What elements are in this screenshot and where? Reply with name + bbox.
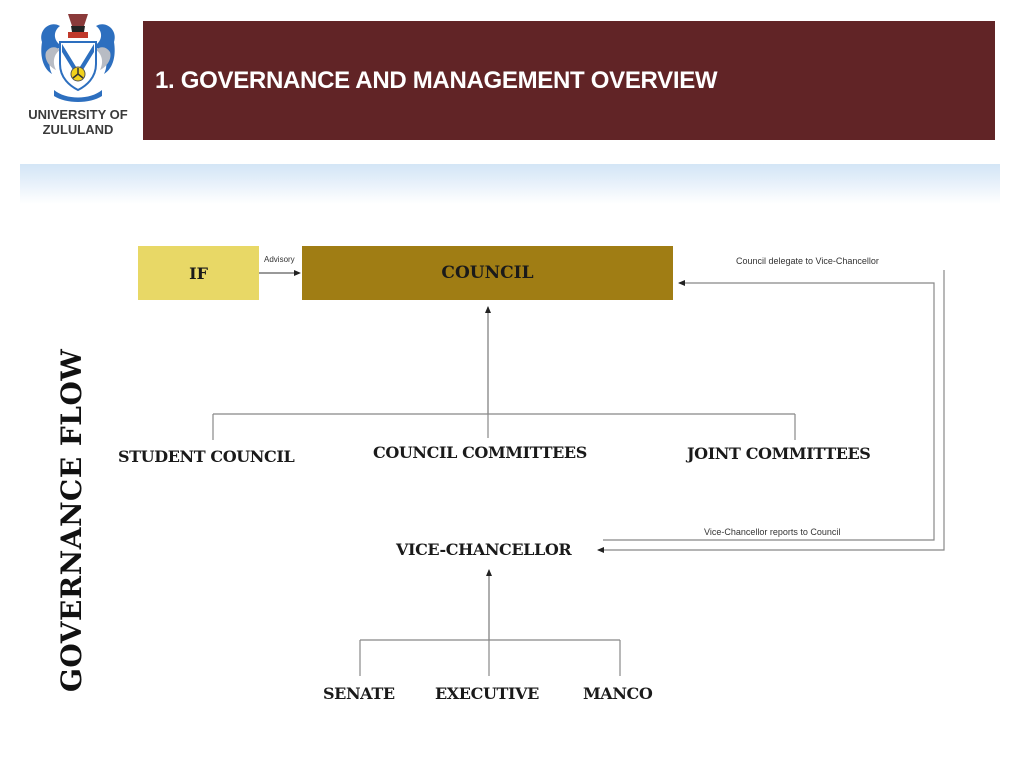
manco-node: MANCO <box>583 684 653 703</box>
council-delegate-line <box>603 280 935 541</box>
joint-committees-node: JOINT COMMITTEES <box>687 444 871 463</box>
vc-reports-line <box>597 270 945 553</box>
executive-node: EXECUTIVE <box>435 684 539 703</box>
senate-node: SENATE <box>323 684 395 703</box>
advisory-label: Advisory <box>264 255 295 264</box>
vc-reports-label: Vice-Chancellor reports to Council <box>704 527 841 537</box>
governance-flow-connectors <box>212 270 945 676</box>
council-delegate-label: Council delegate to Vice-Chancellor <box>736 256 879 266</box>
vice-chancellor-node: VICE-CHANCELLOR <box>396 540 572 559</box>
council-box: COUNCIL <box>302 246 673 300</box>
governance-flow-title: GOVERNANCE FLOW <box>55 348 88 692</box>
student-council-node: STUDENT COUNCIL <box>118 447 295 466</box>
if-box: IF <box>138 246 259 300</box>
council-label: COUNCIL <box>441 263 534 283</box>
if-label: IF <box>189 263 208 283</box>
council-committees-node: COUNCIL COMMITTEES <box>373 443 587 462</box>
